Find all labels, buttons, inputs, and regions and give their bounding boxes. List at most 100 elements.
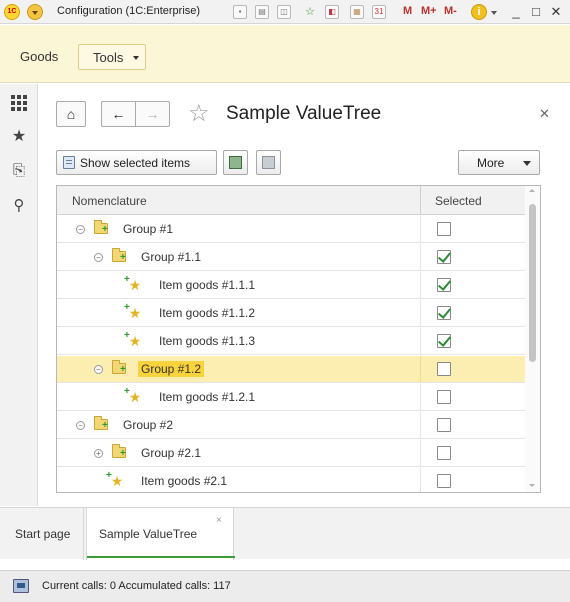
title-bar: 1C Configuration (1C:Enterprise) ▪ ▤ ◫ ☆… bbox=[0, 0, 570, 24]
favorite-star-icon[interactable]: ☆ bbox=[188, 100, 210, 128]
add-favorite-icon[interactable]: ☆ bbox=[302, 4, 318, 20]
section-tools-button[interactable]: Tools bbox=[78, 44, 146, 70]
show-selected-items-button[interactable]: Show selected items bbox=[56, 150, 217, 175]
print-icon[interactable]: ▤ bbox=[255, 5, 269, 19]
value-tree-table[interactable]: Nomenclature Selected − Group #1 − Group… bbox=[56, 185, 541, 493]
row-label: Item goods #1.1.2 bbox=[159, 306, 256, 320]
check-all-button[interactable] bbox=[223, 150, 248, 175]
selected-checkbox[interactable] bbox=[437, 390, 451, 404]
item-goods-icon: ★ bbox=[124, 328, 143, 349]
open-windows-bar: Start page Sample ValueTree × bbox=[0, 507, 570, 560]
selected-checkbox[interactable] bbox=[437, 222, 451, 236]
column-divider[interactable] bbox=[420, 186, 421, 215]
table-row[interactable]: ★ Item goods #1.1.2 bbox=[57, 300, 525, 327]
memory-subtract-button[interactable]: M- bbox=[444, 5, 457, 17]
history-icon[interactable]: ◧ bbox=[325, 5, 339, 19]
folder-icon bbox=[112, 360, 126, 375]
table-row[interactable]: + Group #2.1 bbox=[57, 440, 525, 467]
back-button[interactable]: ← bbox=[101, 101, 136, 127]
row-label: Group #2 bbox=[123, 418, 174, 432]
column-header-selected[interactable]: Selected bbox=[435, 194, 482, 208]
scroll-thumb[interactable] bbox=[529, 204, 536, 362]
maximize-button[interactable]: □ bbox=[528, 3, 544, 21]
show-selected-items-label: Show selected items bbox=[80, 156, 191, 170]
table-header: Nomenclature Selected bbox=[57, 186, 525, 215]
tools-panel: ★ ⎘ ⚲ bbox=[0, 84, 38, 506]
folder-icon bbox=[94, 416, 108, 431]
expand-icon[interactable]: + bbox=[94, 449, 103, 458]
item-goods-icon: ★ bbox=[124, 272, 143, 293]
uncheck-all-icon bbox=[262, 156, 275, 169]
home-button[interactable]: ⌂ bbox=[56, 101, 86, 127]
folder-icon bbox=[112, 444, 126, 459]
form-close-icon[interactable]: ✕ bbox=[539, 106, 550, 122]
memory-add-button[interactable]: M+ bbox=[421, 5, 437, 17]
collapse-icon[interactable]: − bbox=[76, 225, 85, 234]
apps-grid-icon[interactable] bbox=[9, 93, 29, 113]
folder-icon bbox=[112, 248, 126, 263]
preview-icon[interactable]: ◫ bbox=[277, 5, 291, 19]
more-button[interactable]: More bbox=[458, 150, 540, 175]
item-goods-icon: ★ bbox=[106, 468, 125, 489]
save-icon[interactable]: ▪ bbox=[233, 5, 247, 19]
status-bar: Current calls: 0 Accumulated calls: 117 bbox=[0, 570, 570, 602]
tab-sample-valuetree-label: Sample ValueTree bbox=[99, 527, 198, 541]
selected-checkbox[interactable] bbox=[437, 362, 451, 376]
row-label: Group #1.1 bbox=[141, 250, 202, 264]
section-tools-label: Tools bbox=[93, 50, 124, 65]
tab-start-page-label: Start page bbox=[15, 527, 71, 541]
row-label: Item goods #1.1.1 bbox=[159, 278, 256, 292]
selected-checkbox[interactable] bbox=[437, 250, 451, 264]
forward-button[interactable]: → bbox=[135, 101, 170, 127]
info-icon[interactable]: i bbox=[471, 4, 487, 20]
chevron-down-icon bbox=[133, 56, 139, 60]
section-goods[interactable]: Goods bbox=[20, 49, 58, 64]
form-title: Sample ValueTree bbox=[226, 103, 382, 124]
collapse-icon[interactable]: − bbox=[94, 365, 103, 374]
main-menu-icon[interactable] bbox=[27, 4, 43, 20]
history-icon[interactable]: ⎘ bbox=[9, 161, 29, 181]
minimize-button[interactable]: _ bbox=[508, 3, 524, 21]
server-calls-icon[interactable] bbox=[13, 579, 29, 593]
window-title: Configuration (1C:Enterprise) bbox=[57, 5, 201, 17]
scroll-up-icon[interactable] bbox=[529, 189, 535, 192]
table-row[interactable]: ★ Item goods #1.2.1 bbox=[57, 384, 525, 411]
uncheck-all-button[interactable] bbox=[256, 150, 281, 175]
table-row[interactable]: − Group #2 bbox=[57, 412, 525, 439]
more-label: More bbox=[477, 156, 505, 170]
table-row[interactable]: ★ Item goods #1.1.1 bbox=[57, 272, 525, 299]
server-calls-text: Current calls: 0 Accumulated calls: 117 bbox=[42, 580, 231, 592]
selected-checkbox[interactable] bbox=[437, 306, 451, 320]
close-window-button[interactable]: ✕ bbox=[548, 3, 564, 21]
selected-checkbox[interactable] bbox=[437, 446, 451, 460]
vertical-scrollbar[interactable] bbox=[525, 186, 540, 492]
column-header-nomenclature[interactable]: Nomenclature bbox=[72, 194, 147, 208]
selected-checkbox[interactable] bbox=[437, 474, 451, 488]
selected-checkbox[interactable] bbox=[437, 418, 451, 432]
search-icon[interactable]: ⚲ bbox=[9, 196, 29, 216]
close-tab-icon[interactable]: × bbox=[216, 515, 222, 526]
tab-start-page[interactable]: Start page bbox=[0, 508, 84, 560]
table-row[interactable]: − Group #1 bbox=[57, 216, 525, 243]
memory-store-button[interactable]: M bbox=[403, 5, 412, 17]
app-logo-icon[interactable]: 1C bbox=[4, 4, 20, 20]
check-all-icon bbox=[229, 156, 242, 169]
table-row[interactable]: ★ Item goods #2.1 bbox=[57, 468, 525, 492]
info-dropdown-icon[interactable] bbox=[491, 11, 497, 15]
collapse-icon[interactable]: − bbox=[94, 253, 103, 262]
row-label: Group #2.1 bbox=[141, 446, 202, 460]
table-row[interactable]: ★ Item goods #1.1.3 bbox=[57, 328, 525, 355]
row-label: Item goods #2.1 bbox=[141, 474, 228, 488]
star-icon[interactable]: ★ bbox=[9, 127, 29, 147]
tab-sample-valuetree[interactable]: Sample ValueTree × bbox=[86, 508, 235, 560]
table-row[interactable]: − Group #1.1 bbox=[57, 244, 525, 271]
calculator-icon[interactable]: ▦ bbox=[350, 5, 364, 19]
table-row-current[interactable]: − Group #1.2 bbox=[57, 356, 525, 383]
row-label: Group #1 bbox=[123, 222, 174, 236]
selected-checkbox[interactable] bbox=[437, 334, 451, 348]
item-goods-icon: ★ bbox=[124, 384, 143, 405]
scroll-down-icon[interactable] bbox=[529, 484, 535, 487]
selected-checkbox[interactable] bbox=[437, 278, 451, 292]
collapse-icon[interactable]: − bbox=[76, 421, 85, 430]
calendar-icon[interactable]: 31 bbox=[372, 5, 386, 19]
